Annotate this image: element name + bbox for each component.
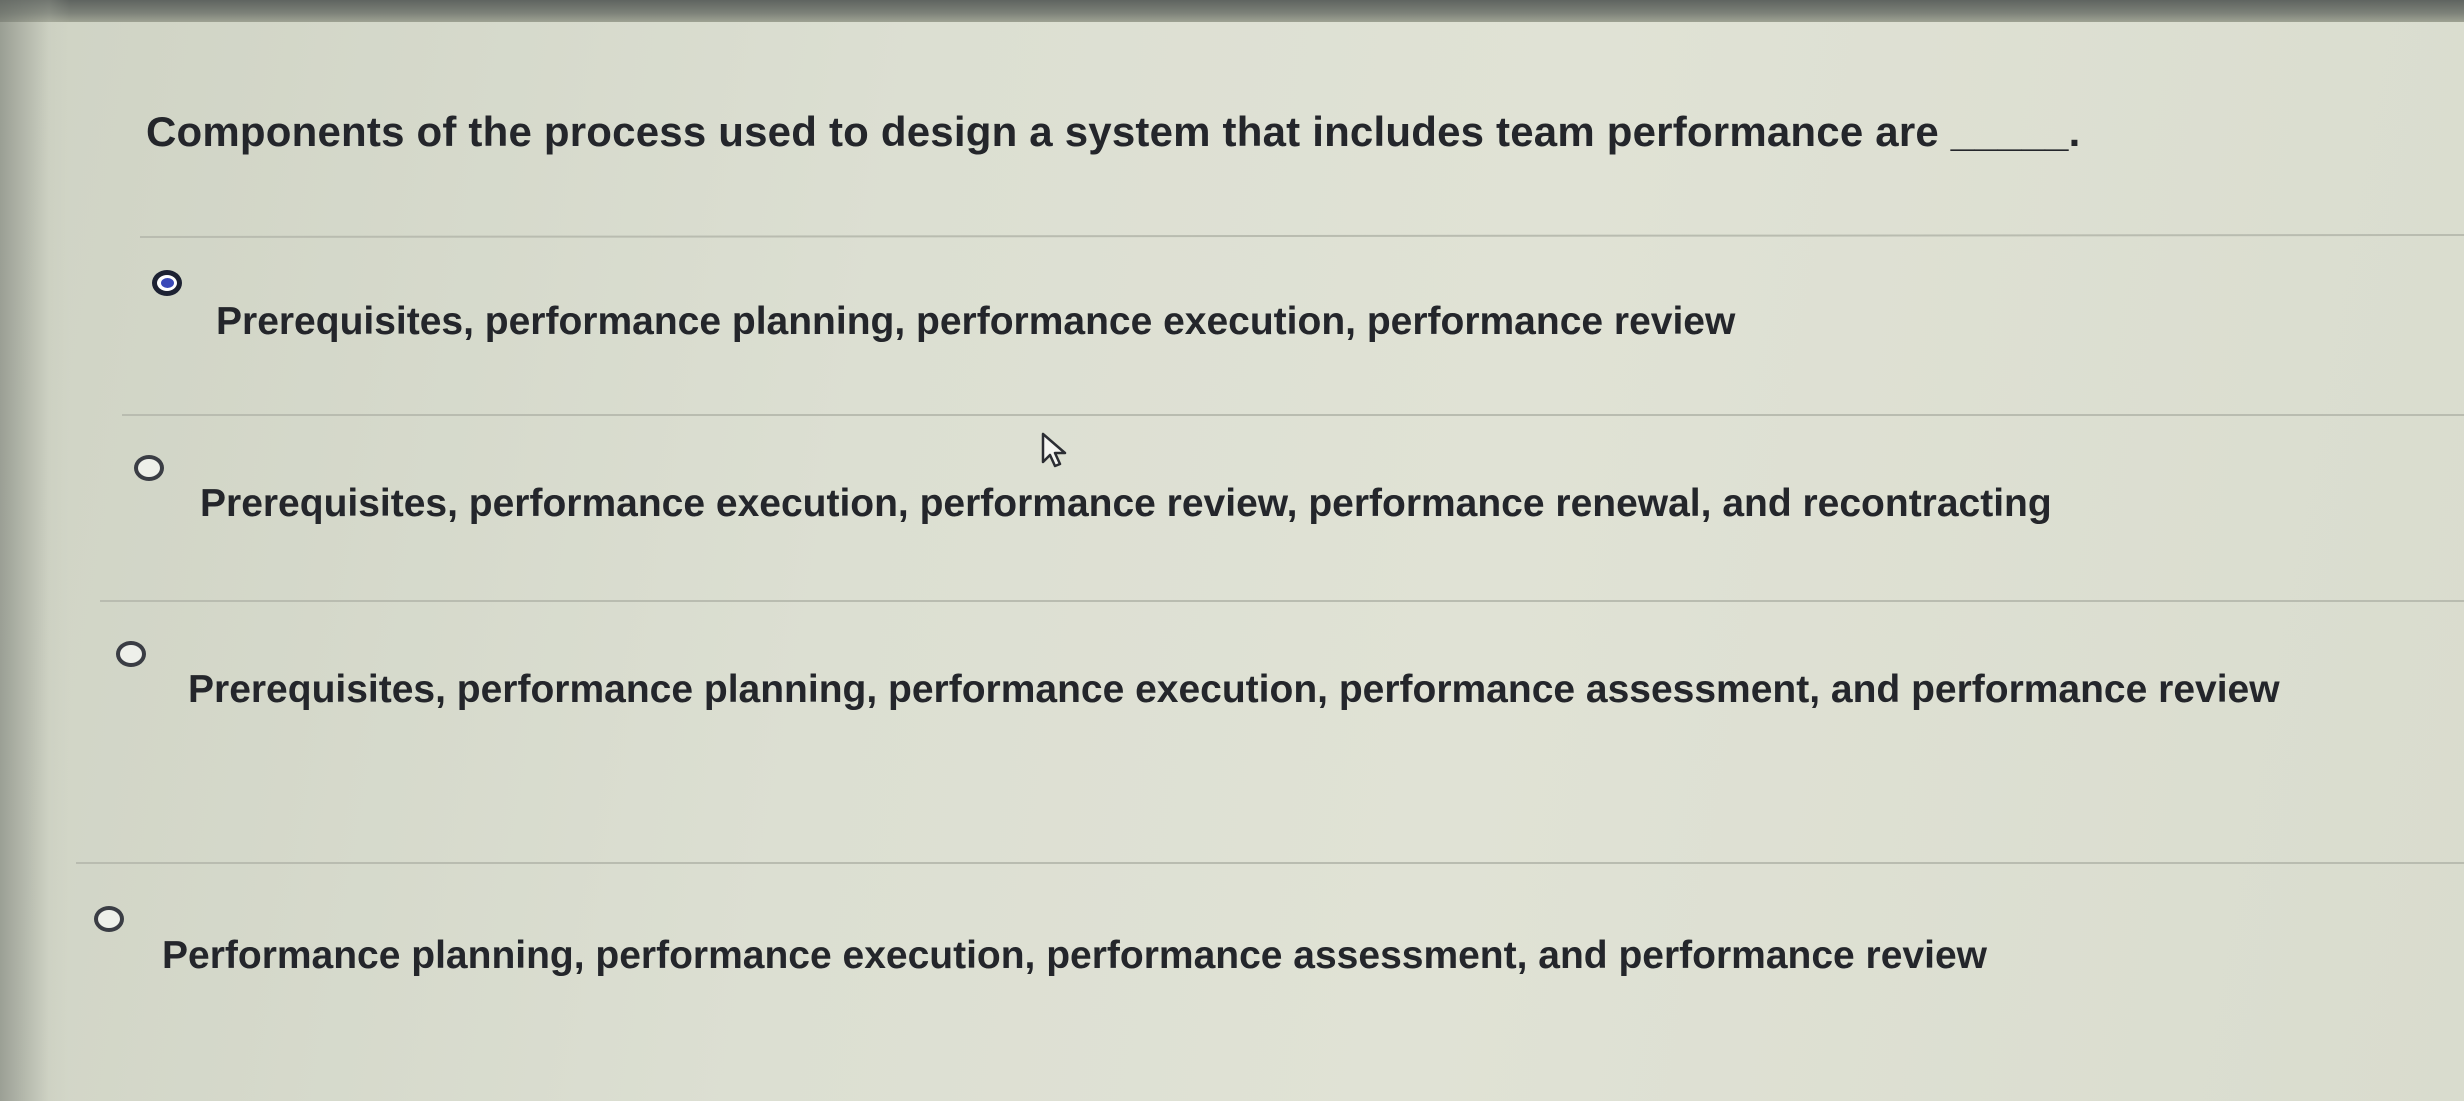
divider — [76, 862, 2464, 864]
radio-unselected-icon[interactable] — [116, 641, 146, 667]
divider — [122, 414, 2464, 416]
answer-option-label: Prerequisites, performance execution, pe… — [200, 482, 2052, 525]
mouse-pointer-icon — [1041, 432, 1067, 468]
radio-unselected-icon[interactable] — [134, 455, 164, 481]
answer-option-label: Performance planning, performance execut… — [162, 934, 1987, 977]
answer-option-label: Prerequisites, performance planning, per… — [216, 300, 1736, 343]
question-text: Components of the process used to design… — [146, 108, 2081, 155]
screen-bezel-left — [0, 0, 70, 1101]
screen-bezel-top — [0, 0, 2464, 22]
divider — [100, 600, 2464, 602]
radio-unselected-icon[interactable] — [94, 906, 124, 932]
radio-selected-icon[interactable] — [152, 270, 182, 296]
answer-option-label: Prerequisites, performance planning, per… — [188, 668, 2280, 711]
